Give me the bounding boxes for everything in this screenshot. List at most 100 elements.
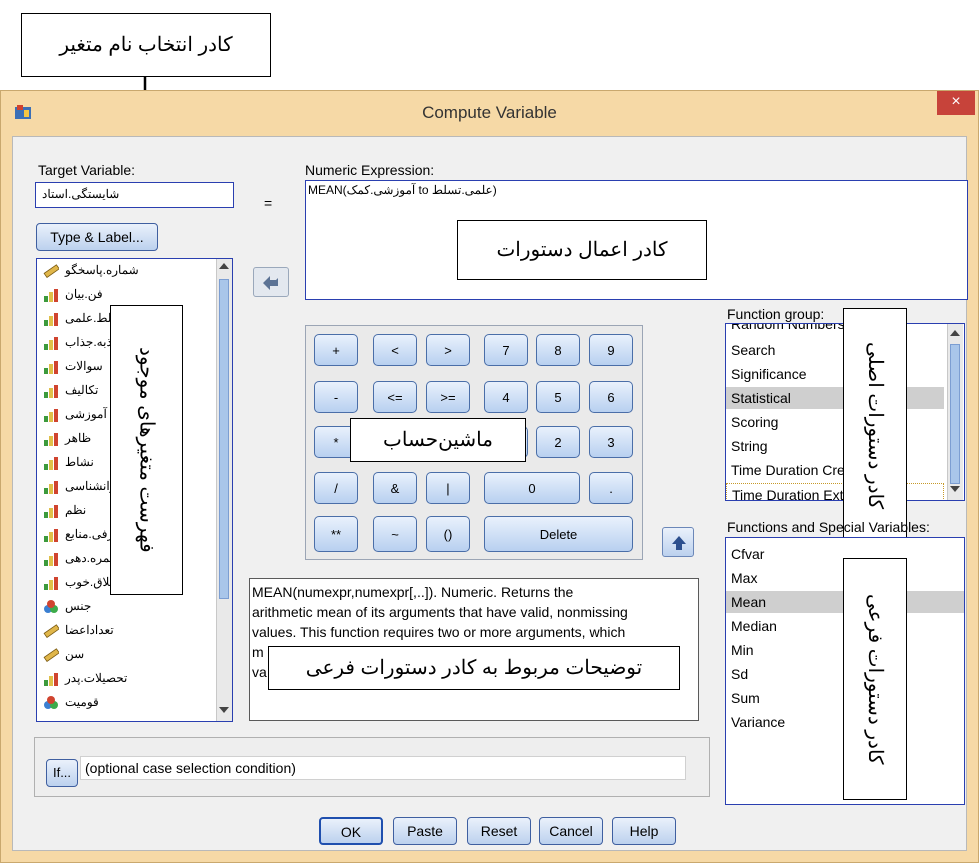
key-minus[interactable]: - — [314, 381, 358, 413]
key-delete[interactable]: Delete — [484, 516, 633, 552]
scroll-up-arrow-icon[interactable] — [219, 263, 229, 269]
scroll-thumb[interactable] — [219, 279, 229, 599]
help-button[interactable]: Help — [612, 817, 676, 845]
variable-list-item[interactable]: قومیت — [43, 695, 213, 710]
variable-name: جنس — [65, 599, 92, 613]
key-parentheses[interactable]: () — [426, 516, 470, 552]
ordinal-bars-icon — [43, 360, 59, 374]
variable-list-item[interactable]: سن — [43, 647, 213, 662]
variable-name: تعداداعضا — [65, 623, 114, 637]
key-or[interactable]: | — [426, 472, 470, 504]
description-line-1: MEAN(numexpr,numexpr[,..]). Numeric. Ret… — [252, 584, 574, 600]
key-not[interactable]: ~ — [373, 516, 417, 552]
annotation-text: کادر انتخاب نام متغیر — [59, 34, 233, 56]
ordinal-bars-icon — [43, 528, 59, 542]
function-group-item[interactable]: Search — [726, 339, 944, 361]
key-less-equal[interactable]: <= — [373, 381, 417, 413]
key-divide[interactable]: / — [314, 472, 358, 504]
condition-field[interactable]: (optional case selection condition) — [80, 756, 686, 780]
variable-name: نمره.دهی — [65, 551, 114, 565]
ordinal-bars-icon — [43, 552, 59, 566]
variable-list-item[interactable]: تعداداعضا — [43, 623, 213, 638]
variable-name: سن — [65, 647, 85, 661]
if-button[interactable]: If... — [46, 759, 78, 787]
annotation-calculator: ماشین‌حساب — [350, 418, 526, 462]
key-greater-equal[interactable]: >= — [426, 381, 470, 413]
function-group-partial-item[interactable]: Random Numbers — [731, 324, 845, 332]
ordinal-bars-icon — [43, 480, 59, 494]
ordinal-bars-icon — [43, 456, 59, 470]
description-line-2: arithmetic mean of its arguments that ha… — [252, 604, 628, 620]
key-7[interactable]: 7 — [484, 334, 528, 366]
nominal-circles-icon — [43, 695, 59, 710]
ordinal-bars-icon — [43, 432, 59, 446]
key-6[interactable]: 6 — [589, 381, 633, 413]
function-group-item[interactable]: Significance — [726, 363, 944, 385]
variable-list-item[interactable]: شماره.پاسخگو — [43, 263, 213, 278]
description-line-3: values. This function requires two or mo… — [252, 624, 626, 640]
target-variable-input[interactable]: شایستگی.استاد — [35, 182, 234, 208]
close-button[interactable]: × — [937, 91, 975, 115]
key-8[interactable]: 8 — [536, 334, 580, 366]
arrow-left-icon — [263, 276, 278, 290]
annotation-main-commands: کادر دستورات اصلی — [843, 308, 907, 544]
ordinal-bars-icon — [43, 384, 59, 398]
scroll-up-arrow-icon[interactable] — [950, 330, 960, 336]
variable-name: فن.بیان — [65, 287, 103, 301]
close-icon: × — [951, 93, 961, 110]
key-4[interactable]: 4 — [484, 381, 528, 413]
reset-button[interactable]: Reset — [467, 817, 531, 845]
target-variable-label: Target Variable: — [38, 162, 136, 178]
key-plus[interactable]: + — [314, 334, 358, 366]
function-group-item[interactable]: Scoring — [726, 411, 944, 433]
annotation-target-variable: کادر انتخاب نام متغیر — [21, 13, 271, 77]
key-5[interactable]: 5 — [536, 381, 580, 413]
window-title: Compute Variable — [422, 103, 557, 122]
key-less-than[interactable]: < — [373, 334, 417, 366]
annotation-description: توضیحات مربوط به کادر دستورات فرعی — [268, 646, 680, 690]
function-group-item[interactable]: String — [726, 435, 944, 457]
key-greater-than[interactable]: > — [426, 334, 470, 366]
scroll-thumb[interactable] — [950, 344, 960, 484]
variable-list-scrollbar[interactable] — [216, 259, 232, 721]
function-group-item[interactable]: Statistical — [726, 387, 944, 409]
ordinal-bars-icon — [43, 576, 59, 590]
key-2[interactable]: 2 — [536, 426, 580, 458]
equals-sign: = — [264, 195, 273, 211]
arrow-up-icon — [672, 536, 686, 550]
function-group-item[interactable]: Time Duration Extraction — [726, 483, 944, 500]
key-3[interactable]: 3 — [589, 426, 633, 458]
variable-name: شماره.پاسخگو — [65, 263, 139, 277]
variable-list-item[interactable]: جنس — [43, 599, 213, 614]
key-9[interactable]: 9 — [589, 334, 633, 366]
move-function-up-button[interactable] — [662, 527, 694, 557]
ordinal-bars-icon — [43, 672, 59, 686]
variable-name: سوالات — [65, 359, 103, 373]
function-group-scrollbar[interactable] — [947, 324, 963, 500]
key-0[interactable]: 0 — [484, 472, 580, 504]
ok-button[interactable]: OK — [319, 817, 383, 845]
key-decimal[interactable]: . — [589, 472, 633, 504]
variable-list-item[interactable]: تحصیلات.پدر — [43, 671, 213, 686]
ordinal-bars-icon — [43, 408, 59, 422]
ordinal-bars-icon — [43, 288, 59, 302]
variable-name: تکالیف — [65, 383, 99, 397]
variable-name: نظم — [65, 503, 87, 517]
cancel-button[interactable]: Cancel — [539, 817, 603, 845]
ordinal-bars-icon — [43, 504, 59, 518]
key-power[interactable]: ** — [314, 516, 358, 552]
scroll-down-arrow-icon[interactable] — [950, 486, 960, 492]
annotation-sub-commands: کادر دستورات فرعی — [843, 558, 907, 800]
paste-button[interactable]: Paste — [393, 817, 457, 845]
move-to-expression-button[interactable] — [253, 267, 289, 297]
function-group-item[interactable]: Time Duration Creation — [726, 459, 944, 481]
type-label-button[interactable]: Type & Label... — [36, 223, 158, 251]
nominal-circles-icon — [43, 599, 59, 614]
key-and[interactable]: & — [373, 472, 417, 504]
scroll-down-arrow-icon[interactable] — [219, 707, 229, 713]
annotation-variable-list: فهرست متغیرهای موجود — [110, 305, 183, 595]
variable-list-item[interactable]: فن.بیان — [43, 287, 213, 302]
variable-name: قومیت — [65, 695, 99, 709]
numeric-expression-label: Numeric Expression: — [305, 162, 435, 178]
variable-name: تحصیلات.پدر — [65, 671, 128, 685]
